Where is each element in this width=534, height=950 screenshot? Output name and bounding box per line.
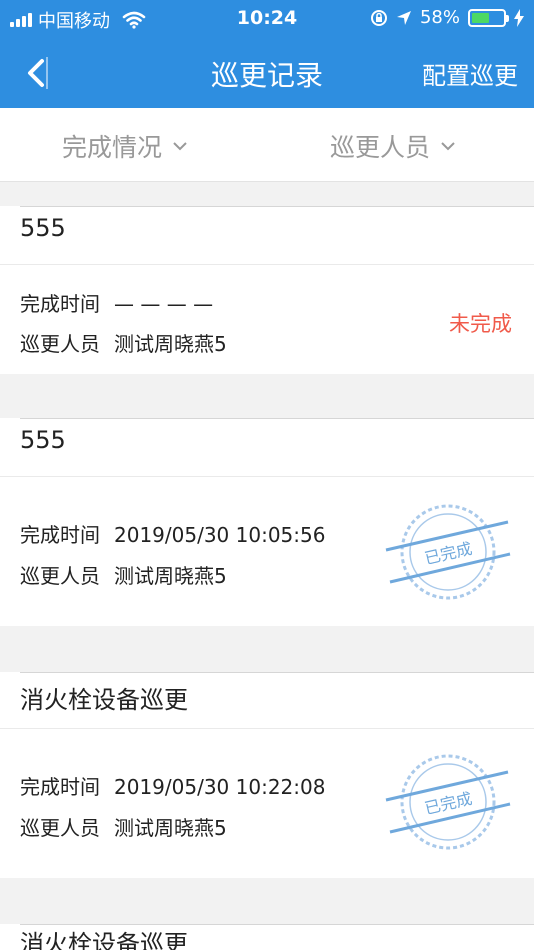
battery-icon [468, 8, 509, 27]
charging-icon [514, 8, 524, 27]
completion-time-row: 完成时间 — — — — [20, 288, 213, 317]
completion-time-value: 2019/05/30 10:05:56 [114, 523, 326, 547]
filter-label: 完成情况 [62, 133, 163, 162]
patrol-person-label: 巡更人员 [20, 816, 100, 840]
configure-patrol-button[interactable]: 配置巡更 [422, 56, 518, 91]
app-header: 中国移动 10:24 58% 巡更记录 配置巡更 [0, 0, 534, 108]
completion-time-row: 完成时间 2019/05/30 10:05:56 [20, 519, 325, 548]
filter-label: 巡更人员 [330, 133, 431, 162]
location-icon [396, 10, 411, 25]
chevron-down-icon [173, 142, 187, 151]
orientation-lock-icon [370, 9, 387, 26]
patrol-record-card[interactable]: 555 完成时间 — — — — 巡更人员 测试周晓燕5 未完成 [0, 206, 534, 374]
status-badge: 未完成 [449, 312, 512, 336]
completion-status-filter[interactable]: 完成情况 [62, 128, 188, 164]
patrol-record-card[interactable]: 消火栓设备巡更 [0, 924, 534, 950]
patrol-person-label: 巡更人员 [20, 564, 100, 588]
patrol-person-row: 巡更人员 测试周晓燕5 [20, 560, 227, 589]
completed-stamp-icon: 已完成 [385, 754, 511, 850]
completed-stamp-icon: 已完成 [385, 504, 511, 600]
patrol-person-label: 巡更人员 [20, 332, 100, 356]
completion-time-label: 完成时间 [20, 775, 100, 799]
patrol-record-card[interactable]: 555 完成时间 2019/05/30 10:05:56 巡更人员 测试周晓燕5 已… [0, 418, 534, 626]
completion-time-value: 2019/05/30 10:22:08 [114, 775, 326, 799]
patrol-person-filter[interactable]: 巡更人员 [330, 128, 456, 164]
patrol-person-row: 巡更人员 测试周晓燕5 [20, 328, 227, 357]
completion-time-value: — — — — [114, 292, 214, 316]
battery-percent: 58% [419, 7, 460, 28]
record-title: 消火栓设备巡更 [20, 686, 188, 714]
patrol-person-value: 测试周晓燕5 [114, 564, 227, 588]
completion-time-row: 完成时间 2019/05/30 10:22:08 [20, 771, 325, 800]
nav-bar: 巡更记录 配置巡更 [0, 36, 534, 108]
status-bar: 中国移动 10:24 58% [0, 0, 534, 36]
record-title: 消火栓设备巡更 [20, 930, 188, 950]
completion-time-label: 完成时间 [20, 523, 100, 547]
chevron-down-icon [441, 142, 455, 151]
completion-time-label: 完成时间 [20, 292, 100, 316]
filter-bar: 完成情况 巡更人员 [0, 108, 534, 182]
patrol-person-value: 测试周晓燕5 [114, 816, 227, 840]
record-title: 555 [20, 426, 66, 454]
record-title: 555 [20, 214, 66, 242]
patrol-record-card[interactable]: 消火栓设备巡更 完成时间 2019/05/30 10:22:08 巡更人员 测试周晓… [0, 672, 534, 878]
patrol-person-value: 测试周晓燕5 [114, 332, 227, 356]
patrol-person-row: 巡更人员 测试周晓燕5 [20, 812, 227, 841]
